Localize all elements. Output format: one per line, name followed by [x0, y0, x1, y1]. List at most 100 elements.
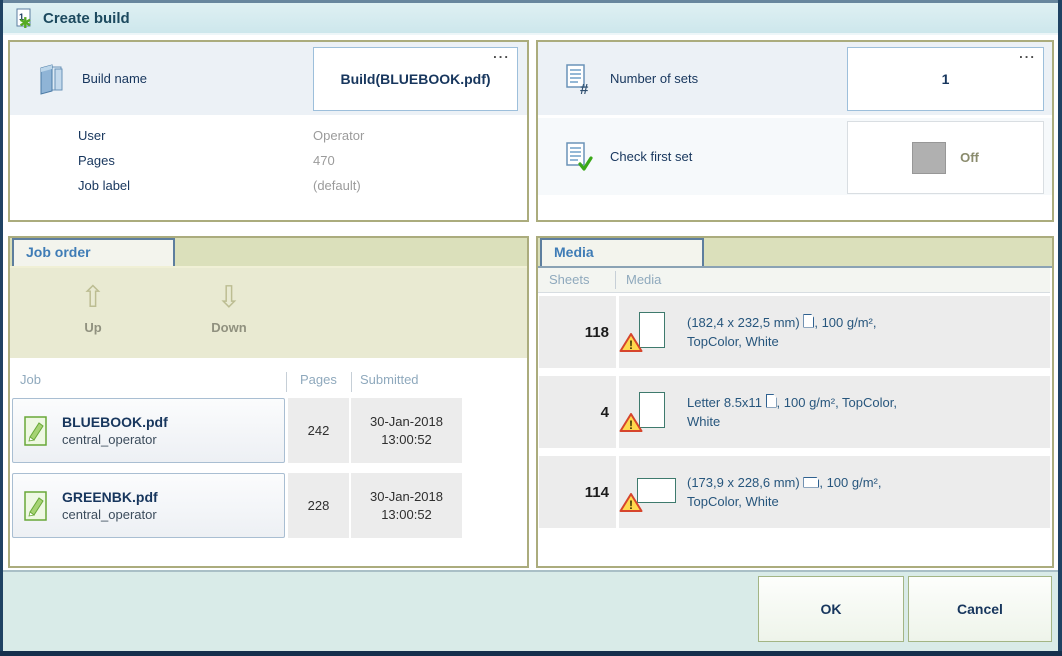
more-indicator: ... [493, 46, 510, 61]
media-description: (182,4 x 232,5 mm) , 100 g/m², TopColor,… [687, 313, 876, 352]
page-orientation-icon [766, 394, 777, 408]
job-submitted-cell: 30-Jan-2018 13:00:52 [351, 398, 462, 463]
column-divider [286, 372, 287, 392]
number-of-sets-value: 1 [942, 71, 950, 87]
media-panel: Media Sheets Media 118 ! [536, 236, 1054, 568]
job-pages-cell: 228 [288, 473, 349, 538]
column-pages: Pages [300, 372, 337, 387]
check-first-set-value: Off [960, 150, 979, 165]
job-label-label: Job label [78, 178, 130, 193]
pdf-document-icon [23, 415, 49, 447]
media-description: (173,9 x 228,6 mm) , 100 g/m², TopColor,… [687, 473, 881, 512]
build-name-button[interactable]: ... Build(BLUEBOOK.pdf) [313, 47, 518, 111]
job-pages-cell: 242 [288, 398, 349, 463]
media-row: 4 ! Letter 8.5x11 , 100 g/m², TopColor, … [538, 376, 1052, 448]
svg-text:!: ! [629, 498, 633, 512]
column-divider [615, 271, 616, 289]
warning-icon: ! [619, 412, 643, 438]
window-border-left [0, 0, 3, 656]
svg-text:!: ! [629, 418, 633, 432]
paper-preview: ! [619, 466, 681, 518]
paper-preview: ! [619, 386, 681, 438]
job-owner: central_operator [62, 507, 158, 522]
media-cell: ! (182,4 x 232,5 mm) , 100 g/m², TopColo… [619, 296, 1050, 368]
tab-job-order[interactable]: Job order [12, 238, 175, 266]
page-orientation-icon [803, 477, 819, 488]
tab-job-order-label: Job order [26, 244, 91, 260]
user-label: User [78, 128, 105, 143]
job-order-panel: Job order ⇧ Up ⇩ Down Job Pages Submitte… [8, 236, 529, 568]
job-submitted-time: 13:00:52 [381, 506, 432, 524]
job-button[interactable]: BLUEBOOK.pdf central_operator [12, 398, 285, 463]
down-button-label: Down [192, 320, 266, 335]
book-icon [36, 63, 66, 95]
pages-value: 470 [313, 153, 335, 168]
pages-label: Pages [78, 153, 115, 168]
build-panel: Build name ... Build(BLUEBOOK.pdf) User … [8, 40, 529, 222]
dialog-title: Create build [43, 10, 130, 27]
job-submitted-cell: 30-Jan-2018 13:00:52 [351, 473, 462, 538]
off-state-square-icon [912, 142, 946, 174]
build-name-label: Build name [82, 71, 147, 86]
cancel-button[interactable]: Cancel [908, 576, 1052, 642]
warning-icon: ! [619, 332, 643, 358]
user-value: Operator [313, 128, 364, 143]
job-label-value: (default) [313, 178, 361, 193]
number-of-sets-button[interactable]: ... 1 [847, 47, 1044, 111]
job-submitted-time: 13:00:52 [381, 431, 432, 449]
column-sheets: Sheets [549, 272, 589, 287]
svg-text:#: # [580, 81, 589, 95]
pdf-document-icon [23, 490, 49, 522]
down-arrow-icon: ⇩ [192, 282, 266, 314]
up-button[interactable]: ⇧ Up [56, 282, 130, 335]
window-border-right [1058, 0, 1062, 656]
build-name-value: Build(BLUEBOOK.pdf) [340, 71, 490, 87]
svg-text:!: ! [629, 338, 633, 352]
job-button[interactable]: GREENBK.pdf central_operator [12, 473, 285, 538]
number-of-sets-label: Number of sets [610, 71, 698, 86]
job-row: GREENBK.pdf central_operator 228 30-Jan-… [10, 473, 527, 538]
column-job: Job [20, 372, 41, 387]
media-row: 118 ! (182,4 x 232,5 mm) , 100 g/m², Top… [538, 296, 1052, 368]
tab-media[interactable]: Media [540, 238, 704, 266]
more-indicator: ... [1019, 46, 1036, 61]
job-label-field: Job label (default) [78, 178, 519, 196]
sets-panel: # Number of sets ... 1 Check first set [536, 40, 1054, 222]
svg-text:✱: ✱ [19, 15, 32, 29]
down-button[interactable]: ⇩ Down [192, 282, 266, 335]
pages-field: Pages 470 [78, 153, 519, 171]
sheets-count: 114 [539, 456, 616, 528]
up-arrow-icon: ⇧ [56, 282, 130, 314]
media-cell: ! (173,9 x 228,6 mm) , 100 g/m², TopColo… [619, 456, 1050, 528]
warning-icon: ! [619, 492, 643, 518]
check-first-set-toggle[interactable]: Off [847, 121, 1044, 194]
tab-media-label: Media [554, 244, 594, 260]
media-row: 114 ! (173,9 x 228,6 mm) , 100 g/m², Top… [538, 456, 1052, 528]
media-cell: ! Letter 8.5x11 , 100 g/m², TopColor, Wh… [619, 376, 1050, 448]
page-orientation-icon [803, 314, 814, 328]
column-media: Media [626, 272, 661, 287]
window-border-bottom [0, 651, 1062, 656]
paper-preview: ! [619, 306, 681, 358]
job-table-header: Job Pages Submitted [10, 372, 525, 392]
dialog-footer: OK Cancel [3, 570, 1058, 651]
column-divider [351, 372, 352, 392]
sheets-count: 4 [539, 376, 616, 448]
ok-button[interactable]: OK [758, 576, 904, 642]
page-check-icon [564, 141, 594, 173]
check-first-set-label: Check first set [610, 149, 692, 164]
up-button-label: Up [56, 320, 130, 335]
job-row: BLUEBOOK.pdf central_operator 242 30-Jan… [10, 398, 527, 463]
sheets-count: 118 [539, 296, 616, 368]
job-submitted-date: 30-Jan-2018 [370, 488, 443, 506]
job-submitted-date: 30-Jan-2018 [370, 413, 443, 431]
titlebar: 1 ✱ Create build [3, 3, 1058, 35]
user-field: User Operator [78, 128, 519, 146]
job-order-toolbar: ⇧ Up ⇩ Down [10, 268, 527, 358]
job-name: BLUEBOOK.pdf [62, 414, 168, 430]
create-build-dialog: 1 ✱ Create build Build name ... Build(BL… [0, 0, 1062, 656]
job-owner: central_operator [62, 432, 168, 447]
media-description: Letter 8.5x11 , 100 g/m², TopColor, Whit… [687, 393, 897, 432]
job-name: GREENBK.pdf [62, 489, 158, 505]
column-submitted: Submitted [360, 372, 419, 387]
